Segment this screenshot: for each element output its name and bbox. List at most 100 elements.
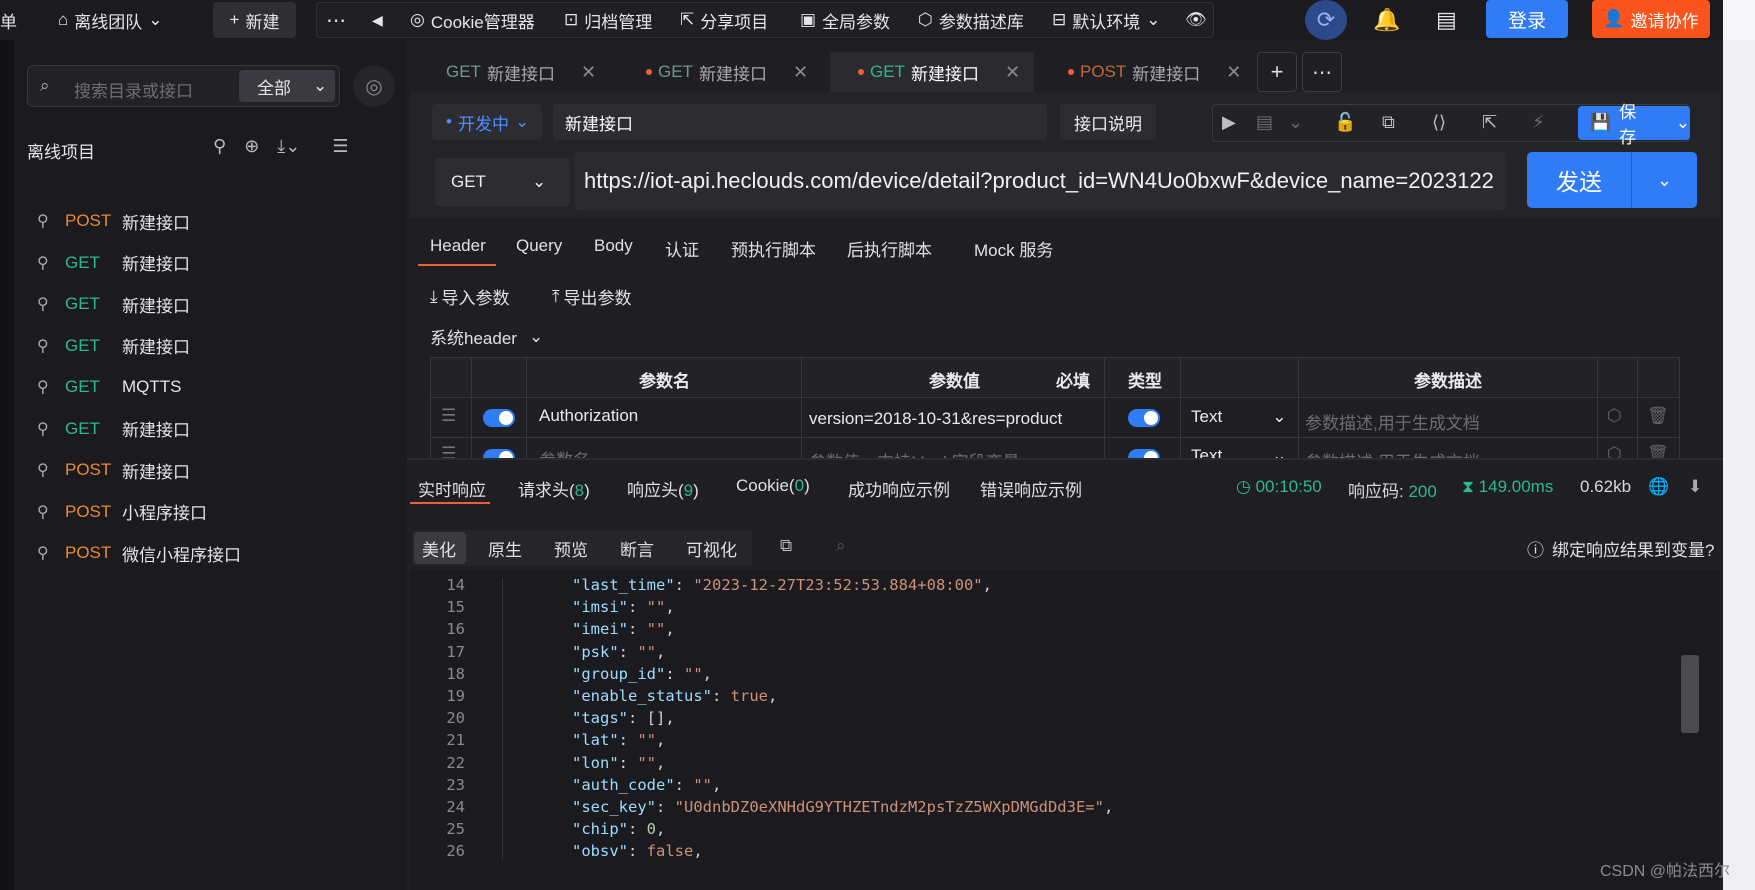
flash-icon[interactable]: ⚡ <box>1532 112 1545 133</box>
sidebar-api-item[interactable]: ⚲ POST 新建接口 <box>37 455 190 485</box>
environment-selector[interactable]: ⊟ 默认环境 ⌄ <box>1052 6 1161 34</box>
eye-icon[interactable]: 👁 <box>1185 6 1207 34</box>
close-icon[interactable]: ✕ <box>581 62 596 83</box>
new-button[interactable]: + 新建 <box>213 2 296 38</box>
tab-body[interactable]: Body <box>594 236 633 256</box>
param-value[interactable]: version=2018-10-31&res=product <box>809 409 1062 429</box>
form-icon[interactable]: ▤ <box>1256 112 1273 133</box>
sidebar-api-item[interactable]: ⚲ POST 小程序接口 <box>37 497 207 527</box>
code-scrollbar[interactable] <box>1681 655 1699 733</box>
api-name-input[interactable]: 新建接口 <box>553 104 1047 140</box>
close-icon[interactable]: ✕ <box>1005 62 1020 83</box>
add-api-icon[interactable]: ⚲ <box>213 136 226 157</box>
sidebar-api-item[interactable]: ⚲ GET 新建接口 <box>37 248 190 278</box>
tab-cookie[interactable]: Cookie(0) <box>736 476 810 496</box>
filter-select[interactable]: 全部 ⌄ <box>239 70 335 102</box>
run-icon[interactable]: ▶ <box>1222 112 1236 133</box>
tab-response-headers[interactable]: 响应头(9) <box>627 476 699 501</box>
lock-icon[interactable]: 🔓 <box>1334 112 1356 133</box>
invite-button[interactable]: 👤 邀请协作 <box>1592 0 1710 38</box>
sidebar-api-item[interactable]: ⚲ GET 新建接口 <box>37 414 190 444</box>
tab-success-example[interactable]: 成功响应示例 <box>848 476 950 501</box>
param-desc-lib-button[interactable]: ⬡ 参数描述库 <box>918 6 1024 34</box>
globe-icon[interactable]: 🌐 <box>1648 477 1669 497</box>
note-icon[interactable]: ▤ <box>1436 6 1457 34</box>
tab-header[interactable]: Header <box>430 236 486 256</box>
send-button[interactable]: 发送 ⌄ <box>1527 152 1697 208</box>
import-icon[interactable]: ⤓⌄ <box>277 136 300 157</box>
tab-mock[interactable]: Mock 服务 <box>974 236 1053 261</box>
collapse-list-icon[interactable]: ☰ <box>332 136 348 157</box>
view-tab-assert[interactable]: 断言 <box>620 536 654 561</box>
tab-request-headers[interactable]: 请求头(8) <box>518 476 590 501</box>
import-params-button[interactable]: ⤓ 导入参数 <box>430 284 510 309</box>
collapse-left-icon[interactable]: ◀ <box>372 6 383 34</box>
request-tab[interactable]: GET 新建接口 ✕ <box>410 52 610 92</box>
bell-icon[interactable]: 🔔 <box>1373 6 1400 34</box>
locate-icon[interactable]: ◎ <box>353 65 395 107</box>
bind-response-help[interactable]: ⓘ 绑定响应结果到变量? <box>1527 536 1714 561</box>
trash-icon[interactable]: 🗑 <box>1647 406 1669 426</box>
search-icon[interactable]: ⌕ <box>836 536 846 556</box>
add-folder-icon[interactable]: ⊕ <box>244 136 259 157</box>
request-tab[interactable]: POST 新建接口 ✕ <box>1040 52 1252 92</box>
tab-realtime-response[interactable]: 实时响应 <box>418 476 486 501</box>
param-name[interactable]: Authorization <box>539 406 638 426</box>
sync-icon[interactable]: ⟳ <box>1305 0 1347 40</box>
required-toggle[interactable] <box>1128 409 1160 427</box>
copy-icon[interactable]: ⧉ <box>1382 112 1395 133</box>
cookie-manager-button[interactable]: ◎ Cookie管理器 <box>410 6 535 34</box>
method-select[interactable]: GET ⌄ <box>435 158 570 206</box>
cube-icon[interactable]: ⬡ <box>1607 444 1622 458</box>
close-icon[interactable]: ✕ <box>793 62 808 83</box>
line-number: 21 <box>446 731 465 750</box>
line-number: 19 <box>446 687 465 705</box>
sidebar-api-item[interactable]: ⚲ GET 新建接口 <box>37 289 190 319</box>
close-icon[interactable]: ✕ <box>1226 62 1241 83</box>
request-tab-active[interactable]: GET 新建接口 ✕ <box>830 52 1034 92</box>
sidebar-api-item[interactable]: ⚲ GET MQTTS <box>37 372 182 402</box>
export-params-button[interactable]: ⤒ 导出参数 <box>552 284 632 309</box>
status-select[interactable]: • 开发中 ⌄ <box>432 104 542 140</box>
archive-button[interactable]: ⊡ 归档管理 <box>564 6 652 34</box>
team-selector[interactable]: ⌂ 离线团队 ⌄ <box>58 6 163 34</box>
download-circle-icon[interactable]: ⬇ <box>1688 477 1702 497</box>
view-tab-pretty[interactable]: 美化 <box>422 536 456 561</box>
chevron-down-icon[interactable]: ⌄ <box>1632 170 1697 191</box>
cube-icon[interactable]: ⬡ <box>1607 406 1622 426</box>
view-tab-preview[interactable]: 预览 <box>554 536 588 561</box>
add-tab-button[interactable]: + <box>1257 52 1297 92</box>
request-tab[interactable]: GET 新建接口 ✕ <box>620 52 820 92</box>
url-input[interactable]: https://iot-api.heclouds.com/device/deta… <box>574 152 1506 210</box>
api-doc-button[interactable]: 接口说明 <box>1060 104 1156 140</box>
sidebar-api-item[interactable]: ⚲ POST 新建接口 <box>37 206 190 236</box>
global-params-button[interactable]: ▣ 全局参数 <box>800 6 890 34</box>
sidebar-search[interactable]: ⌕ 搜索目录或接口 全部 ⌄ <box>27 65 340 107</box>
view-tab-raw[interactable]: 原生 <box>488 536 522 561</box>
enable-toggle[interactable] <box>483 409 515 427</box>
code-icon[interactable]: ⟨⟩ <box>1432 112 1446 133</box>
drag-handle-icon[interactable]: ☰ <box>441 444 456 458</box>
drag-handle-icon[interactable]: ☰ <box>441 406 456 426</box>
view-tab-visualize[interactable]: 可视化 <box>686 536 737 561</box>
chevron-down-icon[interactable]: ⌄ <box>1288 112 1303 133</box>
panel-divider[interactable] <box>407 458 1723 460</box>
share-button[interactable]: ⇱ 分享项目 <box>680 6 768 34</box>
login-button[interactable]: 登录 <box>1486 0 1568 38</box>
share-icon[interactable]: ⇱ <box>1482 112 1497 133</box>
tab-error-example[interactable]: 错误响应示例 <box>980 476 1082 501</box>
sidebar-api-item[interactable]: ⚲ POST 微信小程序接口 <box>37 538 241 568</box>
copy-icon[interactable]: ⧉ <box>780 536 792 556</box>
system-header-toggle[interactable]: 系统header ⌄ <box>430 324 543 349</box>
param-description[interactable]: 参数描述,用于生成文档 <box>1305 409 1480 434</box>
sidebar-api-item[interactable]: ⚲ GET 新建接口 <box>37 331 190 361</box>
more-icon[interactable]: ⋯ <box>326 6 346 34</box>
trash-icon[interactable]: 🗑 <box>1647 444 1669 458</box>
more-tabs-button[interactable]: ⋯ <box>1302 52 1342 92</box>
tab-auth[interactable]: 认证 <box>665 236 699 261</box>
tab-query[interactable]: Query <box>516 236 562 256</box>
tab-post-script[interactable]: 后执行脚本 <box>847 236 932 261</box>
type-select[interactable]: Text ⌄ <box>1191 407 1286 427</box>
save-button[interactable]: 💾 保存 ⌄ <box>1578 103 1690 147</box>
tab-pre-script[interactable]: 预执行脚本 <box>731 236 816 261</box>
